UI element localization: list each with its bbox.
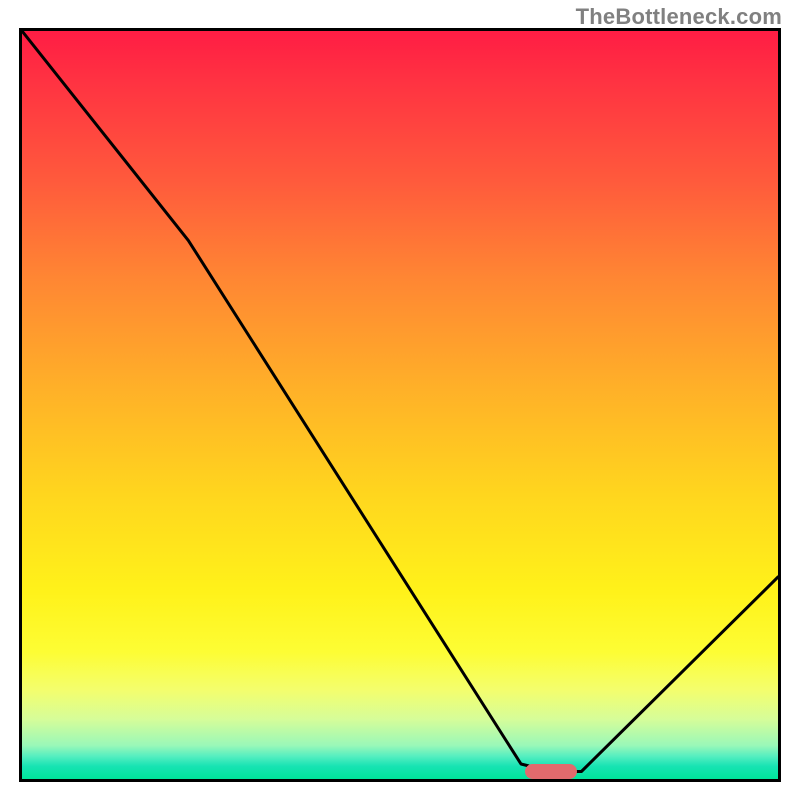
attribution-text: TheBottleneck.com xyxy=(576,4,782,30)
plot-area xyxy=(19,28,781,782)
chart-canvas: TheBottleneck.com xyxy=(0,0,800,800)
background-gradient xyxy=(22,31,778,779)
optimal-range-marker xyxy=(525,764,577,779)
